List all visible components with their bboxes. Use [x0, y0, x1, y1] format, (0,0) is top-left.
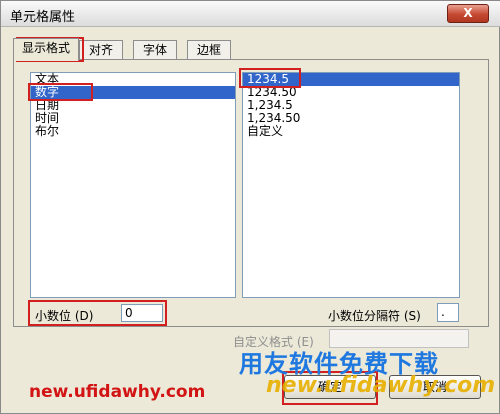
watermark-site-left: new.ufidawhy.com — [29, 382, 206, 402]
format-listbox[interactable]: 1234.5 1234.50 1,234.5 1,234.50 自定义 — [242, 72, 460, 298]
format-item-custom[interactable]: 自定义 — [243, 125, 459, 138]
cell-properties-dialog: 单元格属性 X 显示格式 对齐 字体 边框 文本 数字 日期 时间 布尔 123… — [0, 0, 500, 414]
category-listbox[interactable]: 文本 数字 日期 时间 布尔 — [30, 72, 236, 298]
close-icon: X — [463, 6, 473, 20]
category-item-boolean[interactable]: 布尔 — [31, 125, 235, 138]
tab-display-format[interactable]: 显示格式 — [13, 38, 79, 61]
category-item-time[interactable]: 时间 — [31, 112, 235, 125]
tab-border[interactable]: 边框 — [187, 40, 231, 60]
title-bar: 单元格属性 X — [1, 1, 500, 27]
category-item-text[interactable]: 文本 — [31, 73, 235, 86]
tab-font[interactable]: 字体 — [133, 40, 177, 60]
dialog-title: 单元格属性 — [10, 10, 76, 25]
decimal-places-input[interactable]: 0 — [121, 304, 163, 322]
category-item-number[interactable]: 数字 — [31, 86, 235, 99]
tab-alignment[interactable]: 对齐 — [79, 40, 123, 60]
display-format-panel: 文本 数字 日期 时间 布尔 1234.5 1234.50 1,234.5 1,… — [13, 59, 489, 327]
category-item-date[interactable]: 日期 — [31, 99, 235, 112]
watermark-site-right: new.ufidawhy.com — [266, 373, 496, 398]
decimal-places-label: 小数位 (D) — [35, 309, 94, 323]
close-button[interactable]: X — [447, 4, 489, 23]
separator-label: 小数位分隔符 (S) — [328, 309, 421, 323]
separator-input[interactable]: . — [437, 303, 459, 322]
